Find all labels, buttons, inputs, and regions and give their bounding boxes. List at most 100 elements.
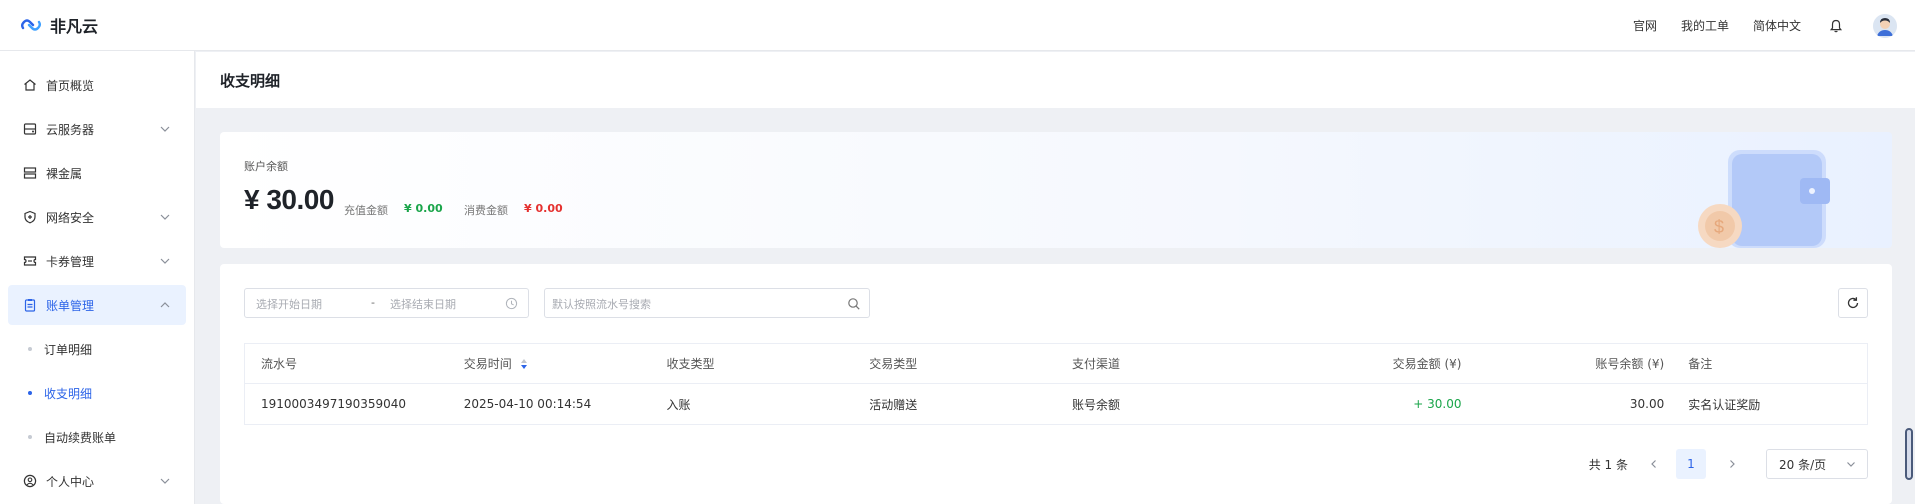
page-title: 收支明细 <box>220 71 281 90</box>
next-page-button[interactable] <box>1718 450 1746 478</box>
page-header: 收支明细 <box>196 52 1915 108</box>
chevron-right-icon <box>1730 460 1735 468</box>
brand-name: 非凡云 <box>50 17 99 36</box>
col-trade-time[interactable]: 交易时间 <box>448 355 651 372</box>
bullet-icon <box>28 347 32 351</box>
top-links: 官网 我的工单 简体中文 <box>1609 0 1897 51</box>
bare-metal-icon <box>22 165 38 181</box>
table-row: 1910003497190359040 2025-04-10 00:14:54 … <box>245 384 1867 424</box>
sidebar-item-label: 个人中心 <box>46 474 95 489</box>
col-balance: 账号余额 (¥) <box>1595 357 1665 371</box>
col-trade-time-label: 交易时间 <box>463 357 512 371</box>
chevron-down-icon <box>160 214 170 220</box>
sort-icon[interactable] <box>520 358 528 370</box>
cell-income-type: 入账 <box>666 397 691 412</box>
col-amount: 交易金额 (¥) <box>1392 357 1462 371</box>
shield-icon <box>22 209 38 225</box>
recharge-value: ¥ 0.00 <box>404 202 443 215</box>
sidebar-item-label: 裸金属 <box>46 166 83 181</box>
sidebar-item-label: 卡券管理 <box>46 254 95 269</box>
top-header: 非凡云 官网 我的工单 简体中文 <box>0 0 1915 51</box>
logo-icon <box>21 19 41 31</box>
transactions-table: 流水号 交易时间 收支类型 交易类型 支付渠道 交易金额 (¥) 账号余额 (¥… <box>244 343 1868 425</box>
chevron-down-icon <box>160 478 170 484</box>
sidebar-item-label: 账单管理 <box>46 298 95 313</box>
sidebar-item-network-security[interactable]: 网络安全 <box>8 197 186 237</box>
sidebar-subitem-transactions[interactable]: 收支明细 <box>8 373 186 413</box>
sidebar-subitem-label: 收支明细 <box>44 386 93 401</box>
search-input[interactable]: 默认按照流水号搜索 <box>544 288 870 318</box>
table-header: 流水号 交易时间 收支类型 交易类型 支付渠道 交易金额 (¥) 账号余额 (¥… <box>245 344 1867 384</box>
sidebar-item-bare-metal[interactable]: 裸金属 <box>8 153 186 193</box>
end-date-input[interactable]: 选择结束日期 <box>390 296 456 312</box>
start-date-input[interactable]: 选择开始日期 <box>256 296 322 312</box>
cell-remark: 实名认证奖励 <box>1688 397 1761 412</box>
search-placeholder: 默认按照流水号搜索 <box>552 298 651 311</box>
col-pay-channel: 支付渠道 <box>1072 357 1121 371</box>
chevron-up-icon <box>160 302 170 308</box>
sidebar-subitem-auto-renew[interactable]: 自动续费账单 <box>8 417 186 457</box>
page-size-select[interactable]: 20 条/页 <box>1766 449 1868 479</box>
user-icon <box>22 473 38 489</box>
balance-label: 账户余额 <box>244 160 288 173</box>
cell-trade-type: 活动赠送 <box>869 397 918 412</box>
scrollbar-thumb[interactable] <box>1905 428 1913 480</box>
cell-pay-channel: 账号余额 <box>1072 397 1121 412</box>
bullet-icon <box>28 435 32 439</box>
sidebar-item-label: 网络安全 <box>46 210 95 225</box>
chevron-down-icon <box>1847 462 1855 467</box>
sidebar-item-cloud-server[interactable]: 云服务器 <box>8 109 186 149</box>
sidebar-subitem-orders[interactable]: 订单明细 <box>8 329 186 369</box>
col-remark: 备注 <box>1688 357 1713 371</box>
chevron-down-icon <box>160 258 170 264</box>
page-size-value: 20 条/页 <box>1779 457 1827 472</box>
page-number-current[interactable]: 1 <box>1676 449 1706 479</box>
prev-page-button[interactable] <box>1640 450 1668 478</box>
sidebar-item-coupons[interactable]: 卡券管理 <box>8 241 186 281</box>
bullet-icon <box>28 391 32 395</box>
chevron-left-icon <box>1651 460 1656 468</box>
spend-value: ¥ 0.00 <box>524 202 563 215</box>
svg-text:$: $ <box>1714 217 1724 237</box>
cell-serial-no: 1910003497190359040 <box>261 397 407 411</box>
cell-amount: + 30.00 <box>1413 397 1462 411</box>
cell-balance: 30.00 <box>1629 397 1665 411</box>
sidebar: 首页概览 云服务器 裸金属 网络安全 卡券管理 账单管理 订单明细 收支明细 自… <box>0 51 195 504</box>
sidebar-item-home[interactable]: 首页概览 <box>8 65 186 105</box>
pagination-total: 共 1 条 <box>1588 457 1628 472</box>
col-serial-no: 流水号 <box>261 357 298 371</box>
refresh-button[interactable] <box>1838 288 1868 318</box>
sidebar-item-label: 云服务器 <box>46 122 95 137</box>
search-icon[interactable] <box>847 297 861 311</box>
bill-icon <box>22 297 38 313</box>
wallet-illustration-icon: $ <box>1698 150 1830 248</box>
link-official-site[interactable]: 官网 <box>1633 17 1657 34</box>
transactions-panel: 选择开始日期 - 选择结束日期 默认按照流水号搜索 流水号 交易时间 收支类型 … <box>220 264 1892 504</box>
date-range-picker[interactable]: 选择开始日期 - 选择结束日期 <box>244 288 529 318</box>
sidebar-subitem-label: 订单明细 <box>44 342 93 357</box>
spend-label: 消费金额 <box>464 204 508 217</box>
home-icon <box>22 77 38 93</box>
ticket-icon <box>22 253 38 269</box>
server-icon <box>22 121 38 137</box>
bell-icon[interactable] <box>1827 17 1845 35</box>
clock-icon <box>505 297 518 310</box>
brand[interactable]: 非凡云 <box>20 13 98 37</box>
sidebar-item-billing[interactable]: 账单管理 <box>8 285 186 325</box>
avatar[interactable] <box>1873 13 1897 38</box>
col-income-type: 收支类型 <box>666 357 715 371</box>
balance-card: 账户余额 ¥ 30.00 充值金额 ¥ 0.00 消费金额 ¥ 0.00 $ <box>220 132 1892 248</box>
link-my-tickets[interactable]: 我的工单 <box>1681 17 1729 34</box>
pagination: 共 1 条 1 20 条/页 <box>1589 449 1868 479</box>
sidebar-subitem-label: 自动续费账单 <box>44 430 117 445</box>
refresh-icon <box>1847 297 1859 309</box>
sidebar-item-personal-center[interactable]: 个人中心 <box>8 461 186 501</box>
chevron-down-icon <box>160 126 170 132</box>
cell-trade-time: 2025-04-10 00:14:54 <box>463 397 592 411</box>
sidebar-item-label: 首页概览 <box>46 78 95 93</box>
balance-amount: ¥ 30.00 <box>244 184 334 215</box>
recharge-label: 充值金额 <box>344 204 388 217</box>
col-trade-type: 交易类型 <box>869 357 918 371</box>
language-switch[interactable]: 简体中文 <box>1753 17 1801 34</box>
date-separator: - <box>371 296 375 309</box>
